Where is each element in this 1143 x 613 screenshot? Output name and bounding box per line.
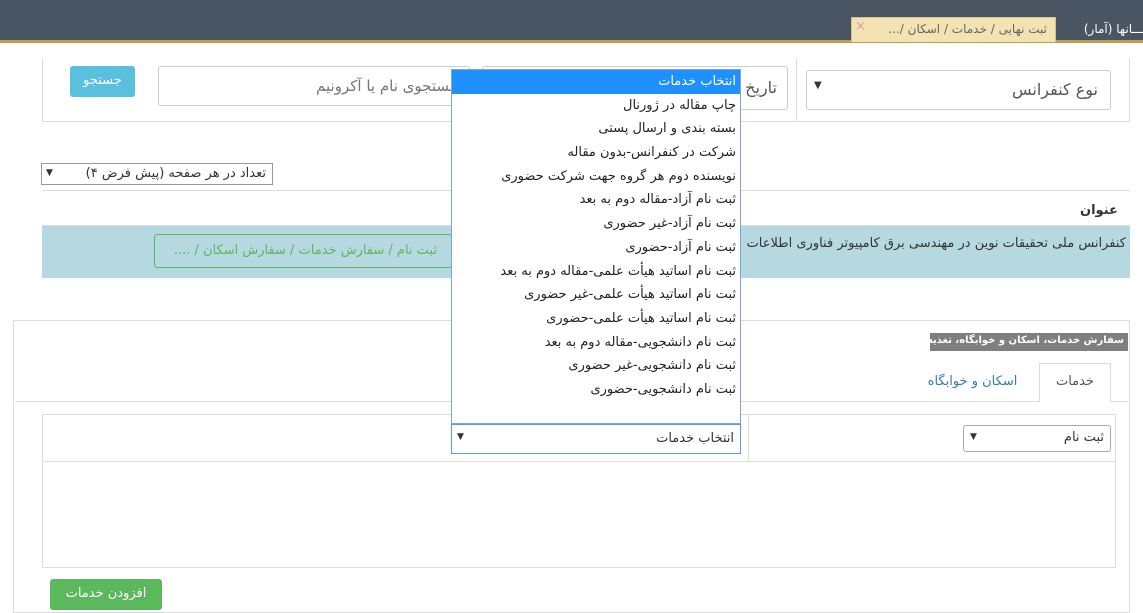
form-row-divider <box>42 461 1116 462</box>
panel-label: سفارش خدمات، اسکان و خوابگاه، تغذیه: <box>930 333 1128 351</box>
form-column-divider <box>748 414 749 461</box>
search-input[interactable] <box>158 66 470 106</box>
dropdown-option[interactable]: شرکت در کنفرانس-بدون مقاله <box>452 141 740 165</box>
search-button[interactable]: جستجو <box>70 66 135 97</box>
dropdown-option[interactable]: ثبت نام اساتید هیأت علمی-مقاله دوم به بع… <box>452 260 740 284</box>
dropdown-option[interactable]: ثبت نام آزاد-حضوری <box>452 236 740 260</box>
dropdown-option[interactable]: ثبت نام آزاد-غیر حضوری <box>452 212 740 236</box>
conference-title: کنفرانس ملی تحقیقات نوین در مهندسی برق ک… <box>746 236 1126 251</box>
dropdown-option[interactable]: ثبت نام اساتید هیأت علمی-غیر حضوری <box>452 283 740 307</box>
service-dropdown-list: انتخاب خدمات چاپ مقاله در ژورنال بسته بندی… <box>451 69 741 424</box>
chevron-down-icon: ▼ <box>457 432 464 442</box>
dropdown-option[interactable]: بسته بندی و ارسال پستی <box>452 117 740 141</box>
dropdown-option[interactable]: ثبت نام آزاد-مقاله دوم به بعد <box>452 188 740 212</box>
service-select[interactable]: انتخاب خدمات <box>451 424 741 454</box>
chevron-down-icon: ▼ <box>970 432 977 442</box>
per-page-select[interactable]: تعداد در هر صفحه (پیش فرض ۴) <box>41 163 273 185</box>
register-order-button[interactable]: ثبت نام / سفارش خدمات / سفارش اسکان / ..… <box>154 234 452 268</box>
chevron-down-icon: ▼ <box>46 168 53 178</box>
filter-divider <box>796 58 797 122</box>
dropdown-option[interactable]: ثبت نام اساتید هیأت علمی-حضوری <box>452 307 740 331</box>
dropdown-option[interactable]: چاپ مقاله در ژورنال <box>452 94 740 118</box>
add-services-button[interactable]: افزودن خدمات <box>50 579 162 610</box>
dropdown-option[interactable]: ثبت نام دانشجویی-حضوری <box>452 378 740 402</box>
registration-select[interactable]: ثبت نام <box>963 425 1111 452</box>
tab-services[interactable]: خدمات <box>1039 363 1111 402</box>
tab-housing[interactable]: اسکان و خوابگاه <box>915 368 1030 398</box>
close-icon[interactable]: × <box>855 20 869 34</box>
dropdown-option[interactable]: ثبت نام دانشجویی-مقاله دوم به بعد <box>452 331 740 355</box>
dropdown-option[interactable]: انتخاب خدمات <box>452 70 740 94</box>
tab-statistics[interactable]: ـــانها (آمار) <box>1060 22 1143 42</box>
dropdown-option[interactable]: نویسنده دوم هر گروه جهت شرکت حضوری <box>452 165 740 189</box>
column-header-title: عنوان <box>1080 203 1118 218</box>
tab-final-registration[interactable]: ثبت نهایی / خدمات / اسکان /... <box>851 17 1056 42</box>
dropdown-option[interactable]: ثبت نام دانشجویی-غیر حضوری <box>452 354 740 378</box>
conference-type-select[interactable]: نوع کنفرانس <box>806 70 1111 110</box>
chevron-down-icon: ▼ <box>814 80 822 91</box>
